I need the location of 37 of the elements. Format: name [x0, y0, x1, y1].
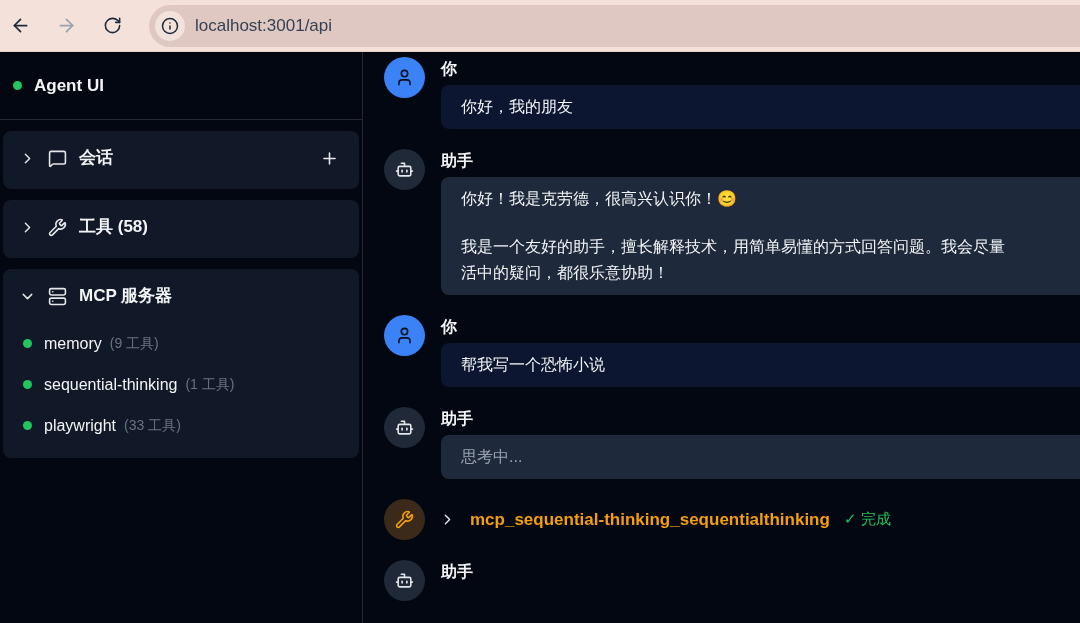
message-text: 我是一个友好的助手，擅长解释技术，用简单易懂的方式回答问题。我会尽量: [461, 237, 1006, 257]
server-icon: [48, 286, 67, 306]
message-text: 思考中...: [461, 447, 524, 467]
site-info-button[interactable]: [155, 10, 185, 41]
info-icon: [161, 16, 179, 35]
message-text: 你好，我的朋友: [461, 97, 574, 117]
robot-icon: [395, 571, 414, 590]
author-name: 你: [441, 59, 458, 79]
author-name: 助手: [441, 151, 474, 171]
message-text: 活中的疑问，都很乐意协助！: [461, 263, 670, 283]
address-bar[interactable]: localhost:3001/api: [149, 4, 1080, 47]
author-name: 助手: [441, 409, 474, 429]
person-icon: [395, 326, 414, 345]
wrench-icon: [48, 217, 67, 237]
section-title[interactable]: 工具 (58): [79, 214, 148, 240]
tool-status: ✓ 完成: [843, 509, 892, 530]
person-icon: [395, 68, 414, 87]
tool-count: (1 工具): [185, 375, 235, 394]
app-title: Agent UI: [34, 74, 104, 97]
message-text: 你好！我是克劳德，很高兴认识你！😊: [461, 189, 738, 209]
server-name[interactable]: playwright: [44, 413, 117, 438]
author-name: 助手: [441, 562, 474, 582]
server-name[interactable]: memory: [44, 331, 102, 356]
tool-count: (33 工具): [124, 416, 181, 435]
section-title[interactable]: 会话: [79, 145, 113, 171]
reload-icon[interactable]: [103, 16, 122, 35]
server-name[interactable]: sequential-thinking: [44, 372, 178, 397]
robot-icon: [395, 418, 414, 437]
chat-bubble-icon: [48, 148, 67, 168]
tool-name[interactable]: mcp_sequential-thinking_sequentialthinking: [470, 506, 830, 533]
section-title[interactable]: MCP 服务器: [79, 283, 173, 309]
tool-count: (9 工具): [109, 334, 159, 353]
author-name: 你: [441, 317, 458, 337]
robot-icon: [395, 160, 414, 179]
wrench-icon: [395, 510, 414, 529]
message-text: 帮我写一个恐怖小说: [461, 355, 606, 375]
url-text: localhost:3001/api: [195, 14, 333, 37]
